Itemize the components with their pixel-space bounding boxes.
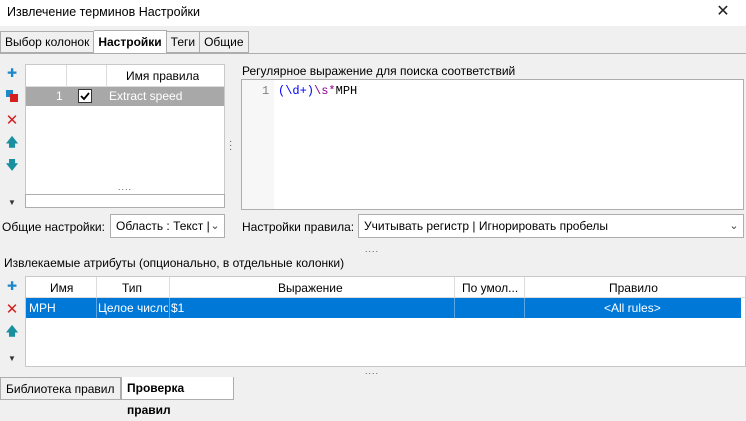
bottom-splitter[interactable]: .... [365, 366, 379, 376]
line-number: 1 [262, 84, 270, 98]
attr-rule[interactable]: <All rules> [604, 301, 661, 315]
rule-settings-label: Настройки правила: [242, 220, 355, 234]
column-header-expression[interactable]: Выражение [278, 281, 343, 295]
delete-attribute-icon[interactable]: ✕ [4, 301, 20, 318]
delete-rule-icon[interactable]: ✕ [4, 112, 20, 129]
close-icon[interactable]: ✕ [712, 1, 734, 23]
horizontal-splitter[interactable]: .... [365, 244, 379, 254]
table-row[interactable]: MPH Целое число $1 <All rules> [26, 298, 741, 318]
tab-rule-library[interactable]: Библиотека правил [0, 377, 121, 400]
window-title: Извлечение терминов Настройки [7, 5, 200, 19]
attributes-grid: Имя Тип Выражение По умол... Правило MPH… [25, 276, 746, 367]
regex-group: (\d+) [278, 84, 315, 98]
tab-general[interactable]: Общие [200, 31, 249, 53]
move-attribute-up-icon[interactable]: 🡅 [4, 324, 20, 340]
column-header-name[interactable]: Имя [50, 281, 73, 295]
rule-settings-dropdown[interactable]: Учитывать регистр | Игнорировать пробелы… [358, 214, 744, 238]
regex-label: Регулярное выражение для поиска соответс… [242, 64, 516, 78]
rules-grid: Имя правила 1 Extract speed .... [25, 64, 225, 195]
regex-literal: MPH [335, 84, 358, 98]
collapse-down-icon[interactable]: ▼ [4, 350, 20, 366]
general-settings-label: Общие настройки: [2, 220, 105, 234]
chevron-down-icon: ⌄ [210, 220, 220, 232]
attr-expression[interactable]: $1 [171, 301, 184, 315]
general-settings-dropdown[interactable]: Область : Текст | ⌄ [110, 214, 225, 238]
attr-type[interactable]: Целое число [98, 301, 168, 315]
table-row[interactable]: 1 Extract speed [26, 87, 224, 106]
settings-tabs: Выбор колонок Настройки Теги Общие [0, 30, 249, 53]
rule-filter-input[interactable] [25, 194, 225, 208]
tab-settings[interactable]: Настройки [94, 30, 167, 53]
rule-enabled-checkbox[interactable] [78, 89, 92, 103]
tab-divider [0, 53, 746, 54]
chevron-down-icon: ⌄ [729, 220, 739, 232]
rule-name-header: Имя правила [126, 69, 200, 83]
column-header-rule[interactable]: Правило [609, 281, 658, 295]
add-attribute-icon[interactable]: ✚ [4, 278, 20, 294]
tab-column-selection[interactable]: Выбор колонок [0, 31, 95, 53]
vertical-splitter[interactable]: · · · [229, 137, 235, 155]
move-up-icon[interactable]: 🡅 [4, 135, 20, 151]
collapse-down-icon[interactable]: ▼ [4, 194, 20, 210]
move-down-icon[interactable]: 🡇 [4, 158, 20, 174]
rule-name: Extract speed [109, 89, 183, 103]
grip-handle[interactable]: .... [118, 182, 132, 192]
regex-editor[interactable]: 1 (\d+)\s*MPH [241, 79, 744, 210]
tab-rule-testing[interactable]: Проверка правил [121, 377, 234, 417]
tab-tags[interactable]: Теги [166, 31, 201, 53]
rule-index: 1 [56, 89, 63, 103]
regex-code: (\d+)\s*MPH [278, 84, 357, 98]
line-gutter [242, 80, 274, 209]
regex-whitespace: \s* [314, 84, 336, 98]
attributes-label: Извлекаемые атрибуты (опционально, в отд… [4, 256, 345, 270]
column-header-type[interactable]: Тип [122, 281, 142, 295]
attr-name[interactable]: MPH [29, 301, 95, 315]
column-header-default[interactable]: По умол... [462, 281, 518, 295]
add-rule-icon[interactable]: ✚ [4, 65, 20, 81]
duplicate-rule-icon[interactable] [4, 88, 20, 104]
